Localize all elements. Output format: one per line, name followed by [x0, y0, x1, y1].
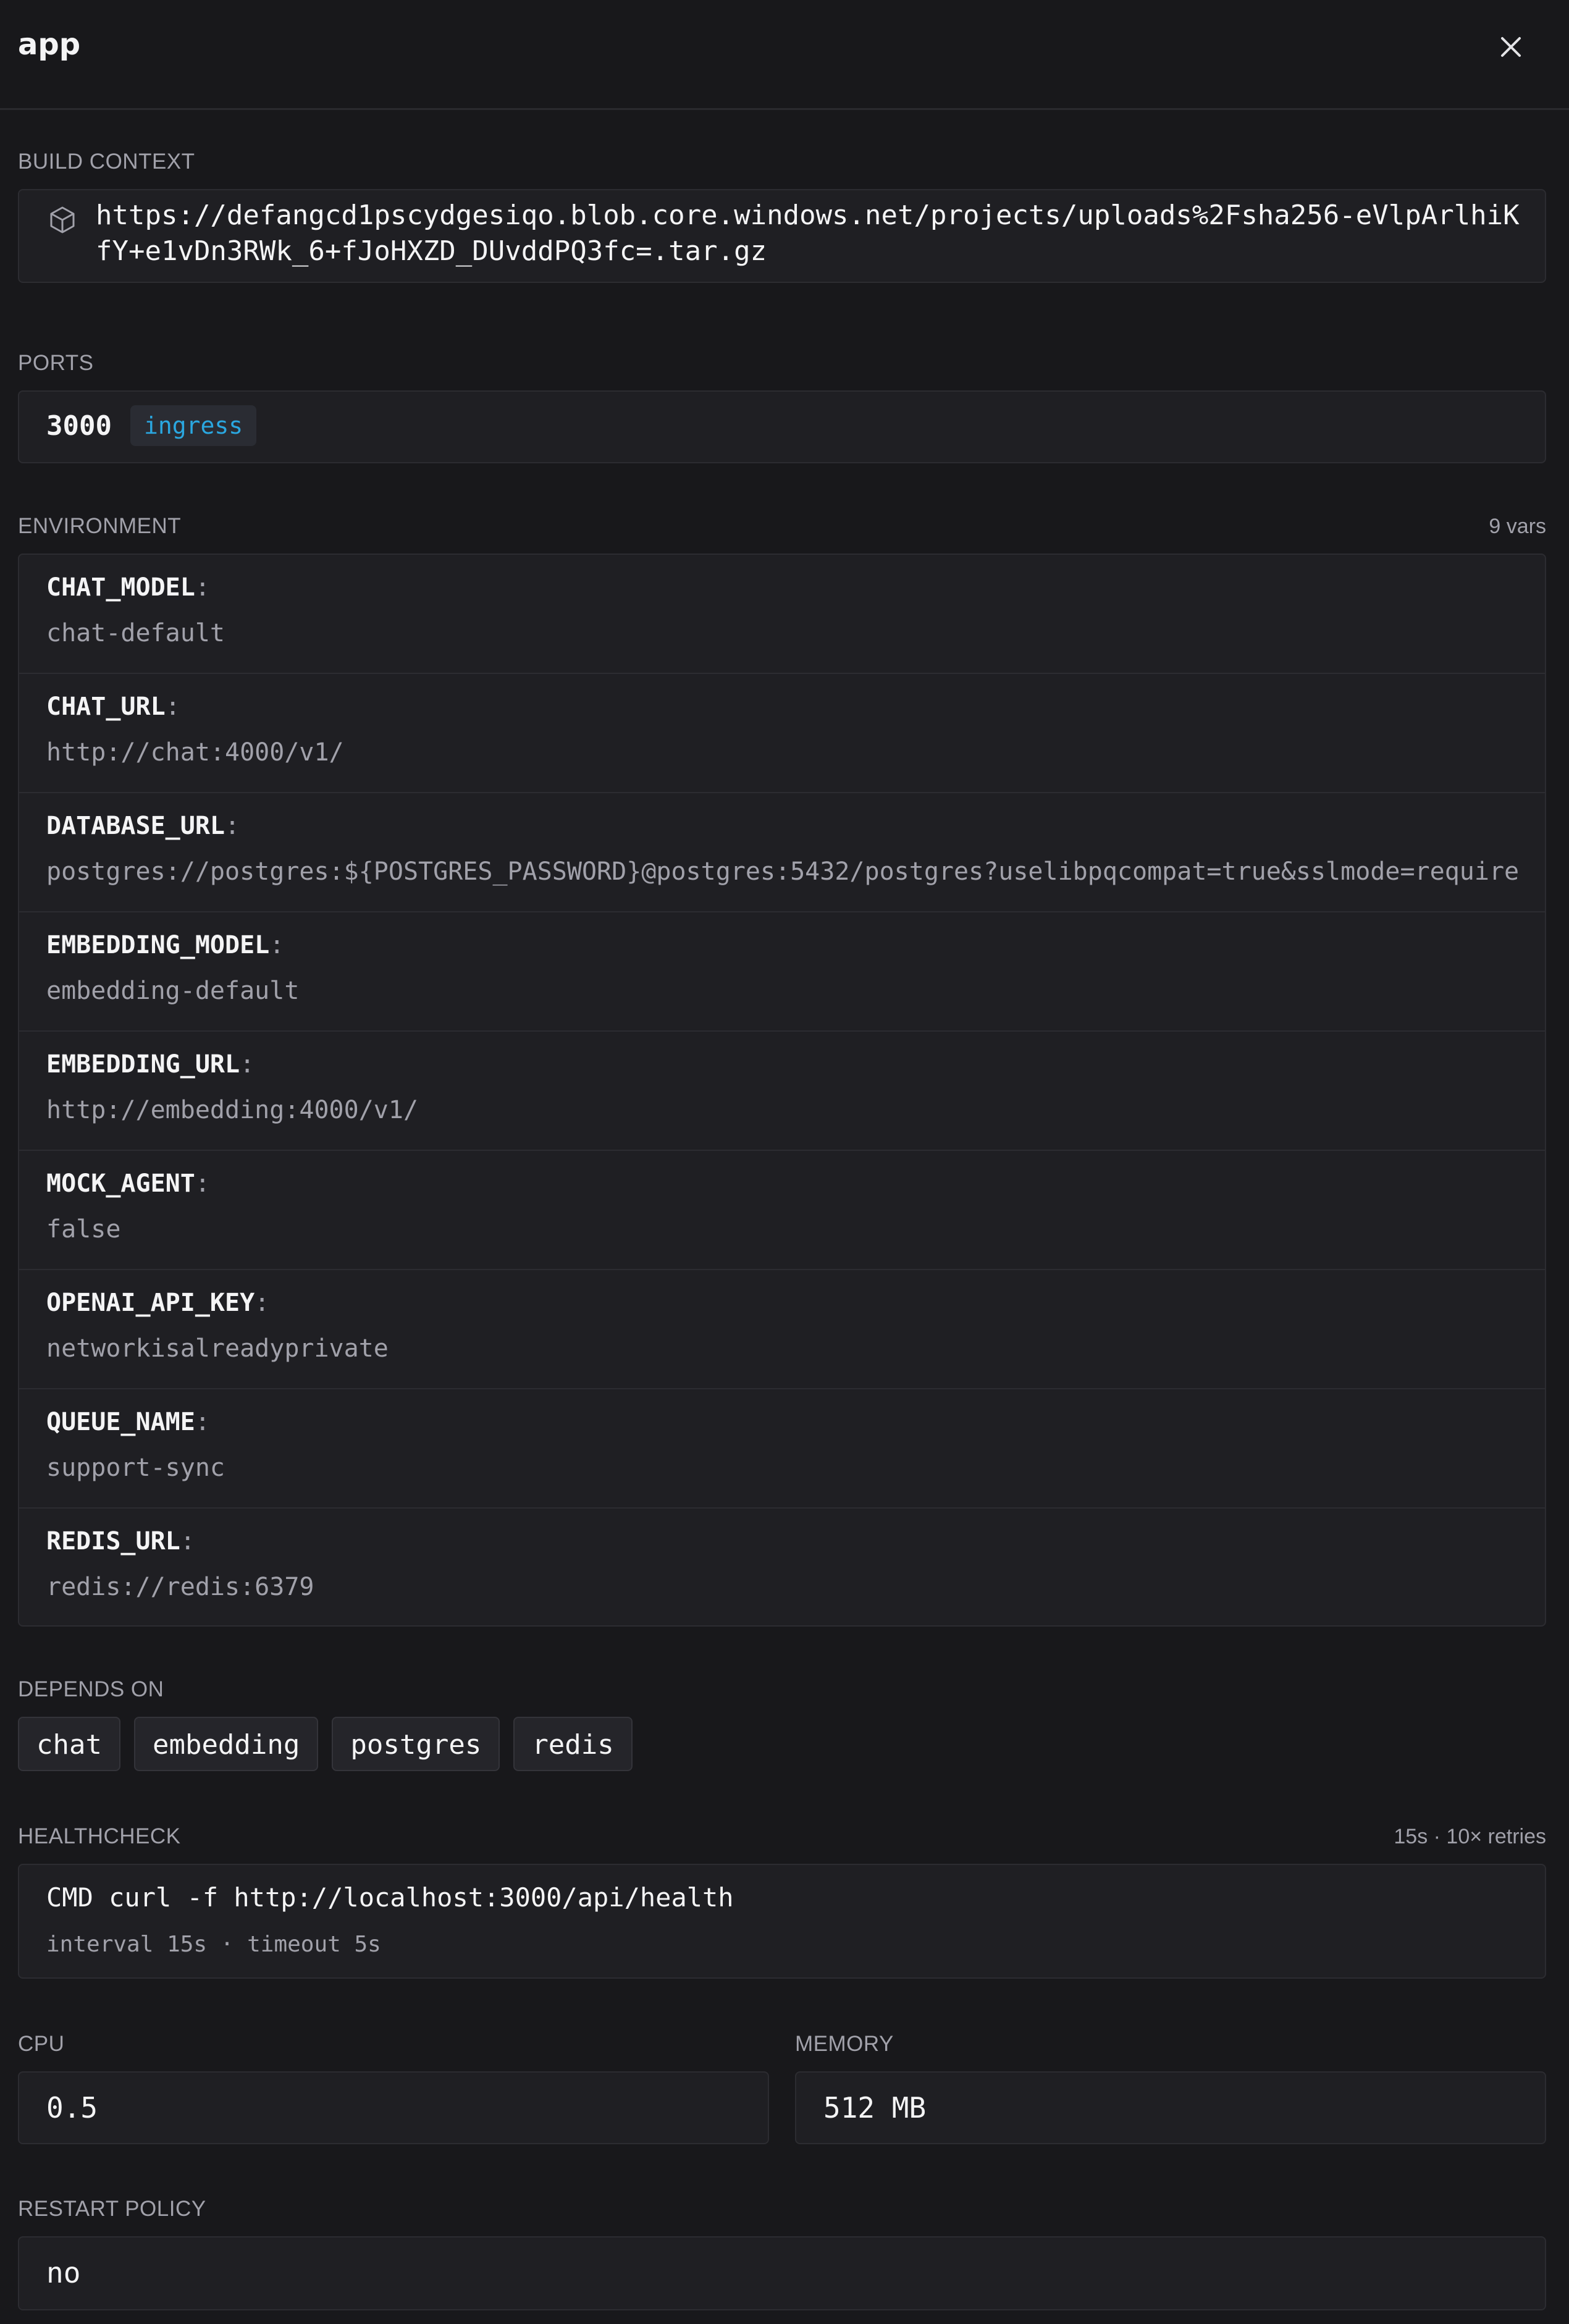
build-context-section: BUILD CONTEXT https://defangcd1pscydgesi…: [18, 149, 1546, 283]
memory-card: 512 MB: [795, 2071, 1546, 2144]
port-row: 3000 ingress: [18, 390, 1546, 463]
env-var-row: QUEUE_NAME: support-sync: [19, 1389, 1545, 1509]
dependency-chip-postgres[interactable]: postgres: [332, 1717, 500, 1771]
environment-count: 9 vars: [1489, 515, 1546, 538]
env-var-key: MOCK_AGENT: [46, 1169, 195, 1198]
env-var-key: QUEUE_NAME: [46, 1408, 195, 1436]
env-var-key: CHAT_URL: [46, 693, 166, 721]
dependency-chip-redis[interactable]: redis: [513, 1717, 633, 1771]
package-icon: [50, 206, 75, 234]
healthcheck-command: CMD curl -f http://localhost:3000/api/he…: [46, 1882, 734, 1913]
ports-section: PORTS 3000 ingress: [18, 351, 1546, 463]
env-key-colon: :: [195, 1169, 210, 1198]
dependency-chip-embedding[interactable]: embedding: [133, 1717, 319, 1771]
env-var-key: REDIS_URL: [46, 1527, 180, 1556]
ports-label: PORTS: [18, 351, 94, 375]
env-var-row: EMBEDDING_URL: http://embedding:4000/v1/: [19, 1032, 1545, 1151]
service-title: app: [18, 27, 81, 62]
env-var-row: CHAT_URL: http://chat:4000/v1/: [19, 674, 1545, 793]
env-var-row: DATABASE_URL: postgres://postgres:${POST…: [19, 793, 1545, 912]
healthcheck-meta: 15s · 10× retries: [1394, 1825, 1546, 1848]
env-var-row: OPENAI_API_KEY: networkisalreadyprivate: [19, 1270, 1545, 1389]
env-var-key: CHAT_MODEL: [46, 573, 195, 602]
restart-policy-section: RESTART POLICY no: [18, 2197, 1546, 2310]
memory-value: 512 MB: [823, 2091, 927, 2124]
build-context-card: https://defangcd1pscydgesiqo.blob.core.w…: [18, 189, 1546, 283]
env-key-colon: :: [195, 573, 210, 602]
env-var-value: embedding-default: [46, 977, 300, 1005]
env-var-value: chat-default: [46, 619, 225, 647]
dependency-chip-chat[interactable]: chat: [18, 1717, 120, 1771]
environment-list: CHAT_MODEL: chat-default CHAT_URL: http:…: [18, 554, 1546, 1627]
healthcheck-section: HEALTHCHECK 15s · 10× retries CMD curl -…: [18, 1824, 1546, 1979]
env-key-colon: :: [180, 1527, 195, 1556]
env-var-value: redis://redis:6379: [46, 1573, 314, 1601]
env-var-value: support-sync: [46, 1454, 225, 1482]
environment-section: ENVIRONMENT 9 vars CHAT_MODEL: chat-defa…: [18, 514, 1546, 1627]
env-key-colon: :: [224, 812, 240, 840]
healthcheck-details: interval 15s · timeout 5s: [46, 1932, 381, 1957]
env-var-key: DATABASE_URL: [46, 812, 225, 840]
restart-policy-label: RESTART POLICY: [18, 2197, 206, 2221]
build-context-label: BUILD CONTEXT: [18, 149, 195, 174]
healthcheck-card: CMD curl -f http://localhost:3000/api/he…: [18, 1864, 1546, 1979]
env-var-value: networkisalreadyprivate: [46, 1334, 389, 1363]
memory-section: MEMORY 512 MB: [795, 2032, 1546, 2144]
restart-policy-value: no: [46, 2256, 81, 2289]
panel-header: app: [0, 0, 1569, 110]
healthcheck-label: HEALTHCHECK: [18, 1824, 181, 1848]
memory-label: MEMORY: [795, 2032, 894, 2056]
cpu-card: 0.5: [18, 2071, 769, 2144]
cpu-label: CPU: [18, 2032, 65, 2056]
environment-label: ENVIRONMENT: [18, 514, 182, 538]
close-icon: [1501, 37, 1521, 57]
restart-policy-card: no: [18, 2236, 1546, 2310]
env-var-row: REDIS_URL: redis://redis:6379: [19, 1509, 1545, 1625]
port-mode-badge: ingress: [130, 405, 257, 446]
env-var-row: MOCK_AGENT: false: [19, 1151, 1545, 1270]
env-var-value: http://embedding:4000/v1/: [46, 1096, 419, 1124]
depends-on-label: DEPENDS ON: [18, 1677, 164, 1701]
env-var-value: false: [46, 1215, 121, 1244]
env-var-value: postgres://postgres:${POSTGRES_PASSWORD}…: [46, 857, 1520, 886]
env-var-row: EMBEDDING_MODEL: embedding-default: [19, 912, 1545, 1032]
env-var-key: EMBEDDING_MODEL: [46, 931, 270, 959]
env-var-row: CHAT_MODEL: chat-default: [19, 555, 1545, 674]
env-var-value: http://chat:4000/v1/: [46, 738, 344, 767]
env-key-colon: :: [240, 1050, 255, 1079]
env-key-colon: :: [254, 1289, 270, 1317]
env-var-key: OPENAI_API_KEY: [46, 1289, 255, 1317]
cpu-section: CPU 0.5: [18, 2032, 769, 2144]
port-number: 3000: [46, 410, 112, 442]
env-key-colon: :: [195, 1408, 210, 1436]
env-key-colon: :: [269, 931, 285, 959]
cpu-value: 0.5: [46, 2091, 98, 2124]
close-button[interactable]: [1492, 28, 1529, 65]
env-key-colon: :: [165, 693, 180, 721]
build-context-url[interactable]: https://defangcd1pscydgesiqo.blob.core.w…: [96, 198, 1520, 269]
depends-on-section: DEPENDS ON chat embedding postgres redis: [18, 1677, 1546, 1771]
env-var-key: EMBEDDING_URL: [46, 1050, 240, 1079]
dependency-list: chat embedding postgres redis: [18, 1717, 633, 1771]
